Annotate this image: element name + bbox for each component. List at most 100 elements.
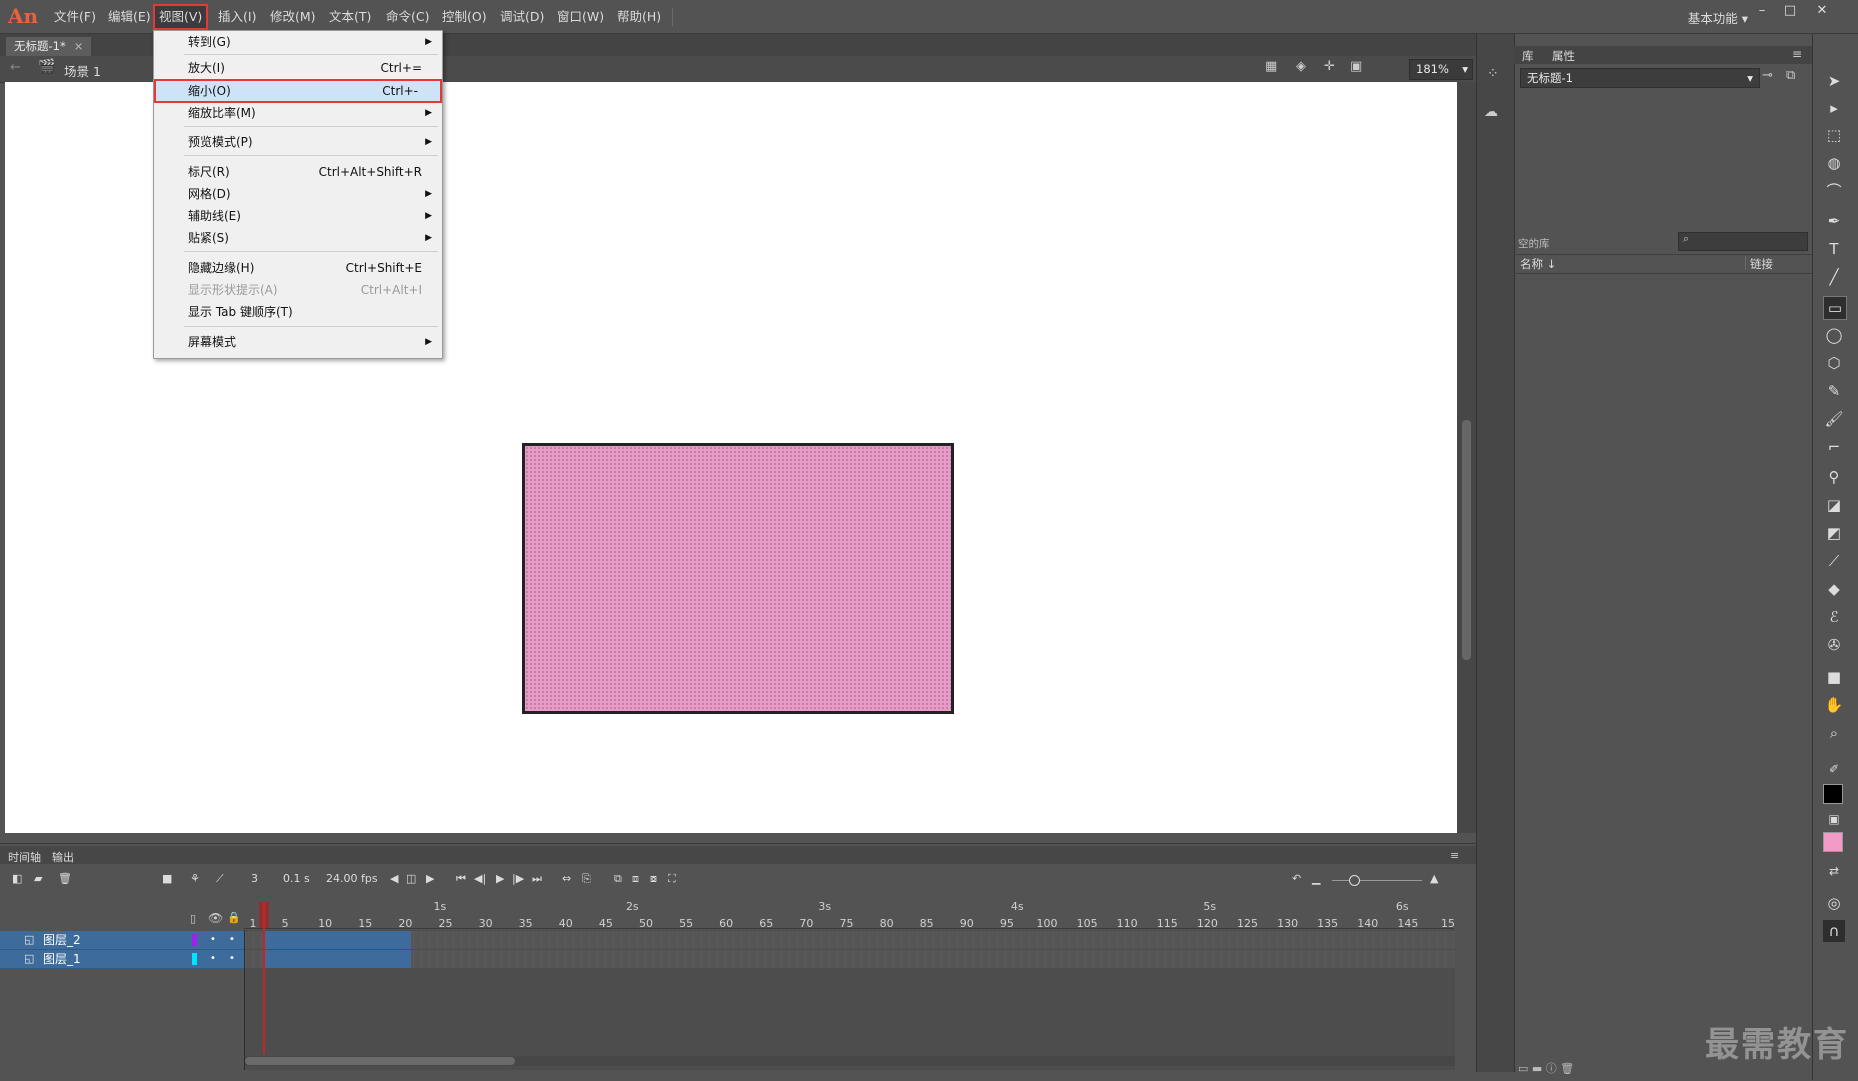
- lock-dot[interactable]: •: [229, 931, 235, 949]
- visibility-dot[interactable]: •: [210, 931, 216, 949]
- layer-depth-icon[interactable]: ⚘: [190, 872, 200, 885]
- 3d-rotation-tool-icon[interactable]: ◍: [1823, 152, 1845, 174]
- frame-row[interactable]: [245, 931, 1455, 949]
- menu-item-rulers[interactable]: 标尺(R) Ctrl+Alt+Shift+R: [154, 162, 442, 182]
- menu-item-grid[interactable]: 网格(D) ▶: [154, 184, 442, 204]
- menu-modify[interactable]: 修改(M): [266, 7, 320, 27]
- loop-icon[interactable]: ⇔: [562, 872, 571, 885]
- lasso-tool-icon[interactable]: ⌒: [1823, 180, 1845, 202]
- edit-multiple-frames-icon[interactable]: ⧇: [650, 872, 657, 886]
- fill-color-swatch[interactable]: [1823, 832, 1843, 852]
- frame-rate[interactable]: 24.00 fps: [326, 872, 378, 885]
- library-col-link[interactable]: 链接: [1750, 256, 1773, 272]
- selected-rectangle-shape[interactable]: [522, 443, 954, 714]
- outline-toggle-icon[interactable]: ▯: [190, 912, 196, 925]
- menu-debug[interactable]: 调试(D): [496, 7, 548, 27]
- tab-library[interactable]: 库: [1522, 48, 1534, 64]
- stroke-color-swatch[interactable]: [1823, 784, 1843, 804]
- line-tool-icon[interactable]: ╱: [1823, 266, 1845, 288]
- zoom-out-frames-icon[interactable]: ▁: [1312, 872, 1320, 885]
- menu-view[interactable]: 视图(V): [153, 4, 209, 30]
- graph-icon[interactable]: ⟋: [216, 872, 224, 886]
- free-transform-tool-icon[interactable]: ⬚: [1823, 124, 1845, 146]
- rectangle-tool-icon[interactable]: ▭: [1823, 296, 1847, 320]
- add-keyframe-icon[interactable]: ◫: [406, 872, 416, 885]
- pencil-tool-icon[interactable]: ✎: [1823, 380, 1845, 402]
- edit-scene-icon[interactable]: ▦: [1265, 59, 1277, 74]
- scrollbar-thumb[interactable]: [1462, 420, 1471, 660]
- layer-name[interactable]: 图层_1: [43, 950, 81, 968]
- snap-magnet-icon[interactable]: ∩: [1823, 920, 1845, 942]
- menu-control[interactable]: 控制(O): [438, 7, 491, 27]
- creative-cloud-icon[interactable]: ☁: [1484, 104, 1498, 120]
- eye-icon[interactable]: 👁: [208, 911, 223, 925]
- pen-tool-icon[interactable]: ✒: [1823, 210, 1845, 232]
- visibility-dot[interactable]: •: [210, 950, 216, 968]
- layer-row[interactable]: ◱ 图层_2 • •: [0, 931, 244, 950]
- next-keyframe-icon[interactable]: ▶: [426, 872, 434, 885]
- onion-outline-icon[interactable]: ⧈: [632, 872, 639, 886]
- menu-insert[interactable]: 插入(I): [214, 7, 260, 27]
- camera-icon[interactable]: ■: [162, 872, 172, 885]
- library-document-select[interactable]: 无标题-1 ▾: [1520, 68, 1760, 88]
- play-icon[interactable]: ▶: [496, 872, 504, 885]
- center-stage-icon[interactable]: ✛: [1324, 59, 1335, 74]
- zoom-tool-icon[interactable]: ⌕: [1823, 722, 1845, 744]
- width-tool-icon[interactable]: ℰ: [1823, 606, 1845, 628]
- lock-icon[interactable]: 🔒: [227, 911, 241, 924]
- frame-row[interactable]: [245, 950, 1455, 968]
- selection-tool-icon[interactable]: ➤: [1823, 70, 1845, 92]
- go-to-last-icon[interactable]: ⏭: [532, 872, 542, 886]
- close-icon[interactable]: ×: [74, 39, 84, 53]
- workspace-switcher[interactable]: 基本功能 ▾: [1688, 8, 1748, 27]
- menu-edit[interactable]: 编辑(E): [104, 7, 155, 27]
- menu-file[interactable]: 文件(F): [50, 7, 100, 27]
- menu-item-zoom-out[interactable]: 缩小(O) Ctrl+-: [154, 79, 442, 103]
- fill-color-icon[interactable]: ▣: [1823, 808, 1845, 830]
- menu-item-magnification[interactable]: 缩放比率(M) ▶: [154, 103, 442, 123]
- layer-color-swatch[interactable]: [192, 934, 197, 946]
- asset-warp-tool-icon[interactable]: ✇: [1823, 634, 1845, 656]
- camera-tool-icon[interactable]: ■: [1823, 666, 1845, 688]
- back-arrow-icon[interactable]: ←: [10, 60, 21, 75]
- current-frame[interactable]: 3: [251, 872, 258, 885]
- keyframe-span[interactable]: [264, 931, 411, 949]
- minimize-button[interactable]: –: [1748, 2, 1776, 20]
- delete-layer-icon[interactable]: 🗑: [58, 872, 72, 885]
- frame-zoom-slider[interactable]: [1332, 880, 1422, 881]
- polystar-tool-icon[interactable]: ⬡: [1823, 352, 1845, 374]
- oval-tool-icon[interactable]: ◯: [1823, 324, 1845, 346]
- paint-brush-tool-icon[interactable]: 🖌: [1823, 408, 1845, 430]
- playhead[interactable]: [263, 902, 265, 1054]
- text-tool-icon[interactable]: T: [1823, 238, 1845, 260]
- panel-menu-icon[interactable]: ≡: [1792, 47, 1802, 61]
- new-library-panel-icon[interactable]: ⧉: [1786, 68, 1795, 83]
- new-folder-icon[interactable]: ▰: [34, 872, 42, 885]
- paint-bucket-tool-icon[interactable]: ◪: [1823, 494, 1845, 516]
- ink-bottle-tool-icon[interactable]: ◩: [1823, 522, 1845, 544]
- close-window-button[interactable]: ✕: [1808, 2, 1836, 20]
- subselection-tool-icon[interactable]: ▸: [1823, 97, 1845, 119]
- maximize-button[interactable]: □: [1776, 2, 1804, 20]
- menu-item-show-tab-order[interactable]: 显示 Tab 键顺序(T): [154, 302, 442, 322]
- hand-tool-icon[interactable]: ✋: [1823, 694, 1845, 716]
- zoom-in-frames-icon[interactable]: ▲: [1430, 872, 1438, 885]
- bone-tool-icon[interactable]: ⚲: [1823, 466, 1845, 488]
- center-frame-icon[interactable]: ⎘: [582, 872, 591, 886]
- prev-keyframe-icon[interactable]: ◀: [390, 872, 398, 885]
- modify-markers-icon[interactable]: ⛶: [668, 872, 676, 886]
- eraser-tool-icon[interactable]: ◆: [1823, 578, 1845, 600]
- tab-timeline[interactable]: 时间轴: [8, 849, 41, 865]
- eyedropper-tool-icon[interactable]: ⟋: [1823, 550, 1845, 572]
- menu-text[interactable]: 文本(T): [325, 7, 375, 27]
- library-col-name[interactable]: 名称 ↓: [1520, 256, 1556, 272]
- zoom-select[interactable]: 181% ▾: [1409, 59, 1473, 80]
- menu-item-screen-mode[interactable]: 屏幕模式 ▶: [154, 332, 442, 352]
- menu-commands[interactable]: 命令(C): [382, 7, 433, 27]
- layer-name[interactable]: 图层_2: [43, 931, 81, 949]
- tab-properties[interactable]: 属性: [1552, 48, 1575, 64]
- library-search-input[interactable]: ⌕: [1678, 232, 1808, 251]
- elapsed-time[interactable]: 0.1 s: [283, 872, 310, 885]
- menu-item-zoom-in[interactable]: 放大(I) Ctrl+=: [154, 58, 442, 78]
- brush-library-icon[interactable]: ⁘: [1487, 66, 1499, 82]
